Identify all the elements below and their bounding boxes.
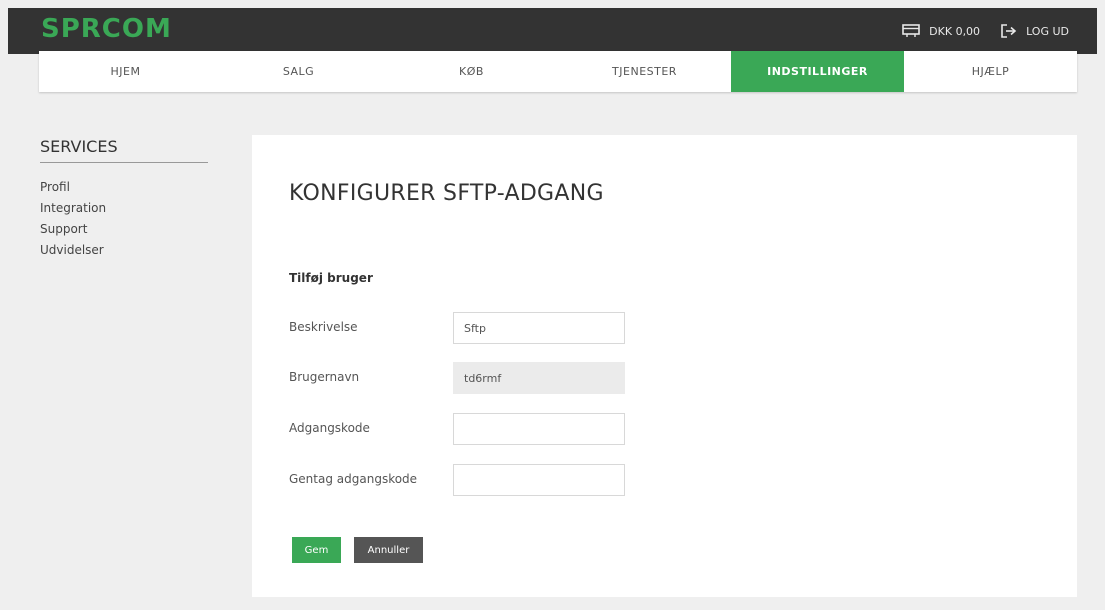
password-input[interactable] <box>453 413 625 445</box>
page-title: KONFIGURER SFTP-ADGANG <box>289 181 604 206</box>
description-label: Beskrivelse <box>289 320 358 334</box>
balance-label[interactable]: DKK 0,00 <box>929 25 980 38</box>
description-input[interactable] <box>453 312 625 344</box>
sidebar-links: Profil Integration Support Udvidelser <box>40 177 208 261</box>
sidebar-item-udvidelser[interactable]: Udvidelser <box>40 240 208 261</box>
logout-icon[interactable] <box>998 21 1018 41</box>
username-label: Brugernavn <box>289 370 360 384</box>
cancel-button[interactable]: Annuller <box>354 537 423 563</box>
nav-item-koeb[interactable]: KØB <box>385 51 558 92</box>
sidebar-item-support[interactable]: Support <box>40 219 208 240</box>
sidebar-title: SERVICES <box>40 137 208 163</box>
nav-item-hjaelp[interactable]: HJÆLP <box>904 51 1077 92</box>
nav-item-hjem[interactable]: HJEM <box>39 51 212 92</box>
sidebar-item-profil[interactable]: Profil <box>40 177 208 198</box>
form-row-repeat-password: Gentag adgangskode <box>289 464 629 496</box>
top-bar: SPRCOM DKK 0,00 LOG UD <box>8 8 1097 54</box>
nav-item-salg[interactable]: SALG <box>212 51 385 92</box>
logo[interactable]: SPRCOM <box>41 14 172 44</box>
save-button[interactable]: Gem <box>292 537 341 563</box>
form-row-password: Adgangskode <box>289 413 629 445</box>
main-card: KONFIGURER SFTP-ADGANG Tilføj bruger Bes… <box>252 135 1077 597</box>
top-right-controls: DKK 0,00 LOG UD <box>901 8 1069 54</box>
cart-icon[interactable] <box>901 21 921 41</box>
logout-link[interactable]: LOG UD <box>1026 25 1069 38</box>
nav-item-tjenester[interactable]: TJENESTER <box>558 51 731 92</box>
sidebar: SERVICES Profil Integration Support Udvi… <box>40 137 208 261</box>
repeat-password-input[interactable] <box>453 464 625 496</box>
password-label: Adgangskode <box>289 421 370 435</box>
section-label: Tilføj bruger <box>289 271 373 285</box>
repeat-password-label: Gentag adgangskode <box>289 472 418 486</box>
form-row-description: Beskrivelse <box>289 312 629 344</box>
main-nav: HJEM SALG KØB TJENESTER INDSTILLINGER HJ… <box>39 51 1077 92</box>
sidebar-item-integration[interactable]: Integration <box>40 198 208 219</box>
nav-item-indstillinger[interactable]: INDSTILLINGER <box>731 51 904 92</box>
username-input <box>453 362 625 394</box>
form-row-username: Brugernavn <box>289 362 629 394</box>
